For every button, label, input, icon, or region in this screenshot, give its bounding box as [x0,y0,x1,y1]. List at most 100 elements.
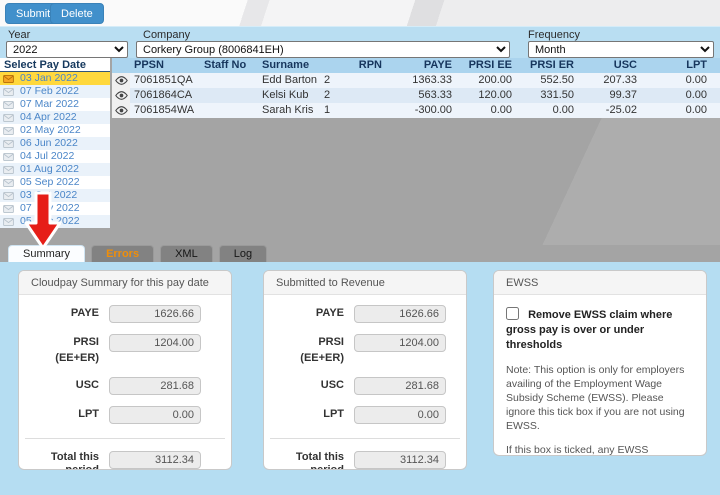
eye-icon[interactable] [112,103,130,118]
tab-xml[interactable]: XML [160,245,213,262]
value-label: USC [272,377,344,393]
pay-date-header: Select Pay Date [0,58,110,72]
employee-cell-prsi_er: 331.50 [515,88,577,103]
divider [270,438,460,439]
employee-cell-lpt: 0.00 [640,88,710,103]
value-row: PAYE 1626.66 [272,305,454,323]
pay-date-label: 03 Jan 2022 [20,72,78,85]
ewss-panel: EWSS Remove EWSS claim where gross pay i… [493,270,707,456]
pay-date-item[interactable]: 07 Nov 2022 [0,202,110,215]
employee-cell-usc: 99.37 [577,88,640,103]
ewss-remove-claim-checkbox[interactable] [506,307,519,320]
employee-cell-staff_no [200,73,258,88]
submitted-to-revenue-total-row: Total this period 3112.34 [264,451,466,470]
value-label: PAYE [272,305,344,321]
employee-cell-surname: Edd Barton [258,73,320,88]
employee-cell-paye: 1363.33 [385,73,455,88]
col-prsi-er: PRSI ER [515,58,577,73]
employee-row[interactable]: 7061864CAKelsi Kub2563.33120.00331.5099.… [112,88,720,103]
employee-row[interactable]: 7061854WASarah Kris1-300.000.000.00-25.0… [112,103,720,118]
value-row: USC 281.68 [27,377,219,395]
tab-bar: Summary Errors XML Log [8,245,267,262]
pay-date-item[interactable]: 03 Jan 2022 [0,72,110,85]
pay-date-item[interactable]: 03 Oct 2022 [0,189,110,202]
pay-date-item[interactable]: 06 Jun 2022 [0,137,110,150]
ewss-paragraph: If this box is ticked, any EWSS submissi… [506,443,694,456]
value-row: LPT 0.00 [27,406,219,424]
pay-date-item[interactable]: 05 Sep 2022 [0,176,110,189]
ewss-checkbox-label: Remove EWSS claim where gross pay is ove… [506,309,672,351]
envelope-icon [3,218,14,226]
year-label: Year [8,29,30,41]
pay-date-panel: Select Pay Date 03 Jan 202207 Feb 202207… [0,58,110,228]
delete-button[interactable]: Delete [50,3,104,24]
value-label: PRSI (EE+ER) [272,334,344,366]
pay-date-item[interactable]: 01 Aug 2022 [0,163,110,176]
pay-date-label: 01 Aug 2022 [20,163,79,176]
employee-cell-usc: 207.33 [577,73,640,88]
value-field: 0.00 [354,406,446,424]
value-row: USC 281.68 [272,377,454,395]
employee-table-body: 7061851QAEdd Barton21363.33200.00552.502… [112,73,720,118]
col-ppsn: PPSN [130,58,200,73]
submitted-to-revenue-panel: Submitted to Revenue PAYE 1626.66 PRSI (EE… [263,270,467,470]
value-field: 281.68 [354,377,446,395]
employee-cell-paye: -300.00 [385,103,455,118]
tab-log[interactable]: Log [219,245,267,262]
col-surname: Surname [258,58,320,73]
value-row: PRSI (EE+ER) 1204.00 [272,334,454,366]
value-field: 1204.00 [354,334,446,352]
total-label: Total this period [27,451,99,470]
employee-cell-paye: 563.33 [385,88,455,103]
value-row: PRSI (EE+ER) 1204.00 [27,334,219,366]
value-label: LPT [272,406,344,422]
pay-date-label: 07 Mar 2022 [20,98,79,111]
pay-date-item[interactable]: 04 Apr 2022 [0,111,110,124]
employee-cell-surname: Kelsi Kub [258,88,320,103]
ewss-paragraph: Note: This option is only for employers … [506,363,694,433]
pay-date-item[interactable]: 07 Mar 2022 [0,98,110,111]
value-label: USC [27,377,99,393]
frequency-select[interactable]: Month [528,41,714,58]
pay-date-item[interactable]: 07 Feb 2022 [0,85,110,98]
eye-icon[interactable] [112,73,130,88]
employee-cell-rpn: 2 [320,73,385,88]
employee-cell-lpt: 0.00 [640,103,710,118]
submitted-to-revenue-title: Submitted to Revenue [264,271,466,295]
envelope-icon [3,179,14,187]
envelope-icon [3,127,14,135]
employee-table-header: PPSN Staff No Surname RPN PAYE PRSI EE P… [112,58,720,73]
envelope-icon [3,101,14,109]
employee-row[interactable]: 7061851QAEdd Barton21363.33200.00552.502… [112,73,720,88]
filter-bar: Year Company Frequency 2022 Corkery Grou… [0,26,720,58]
employee-cell-staff_no [200,88,258,103]
company-select[interactable]: Corkery Group (8006841EH) [136,41,510,58]
value-field: 1204.00 [109,334,201,352]
pay-date-item[interactable]: 02 May 2022 [0,124,110,137]
value-label: LPT [27,406,99,422]
value-field: 1626.66 [354,305,446,323]
pay-date-item[interactable]: 04 Jul 2022 [0,150,110,163]
employee-cell-ppsn: 7061851QA [130,73,200,88]
tab-summary[interactable]: Summary [8,245,85,262]
value-field: 0.00 [109,406,201,424]
value-label: PRSI (EE+ER) [27,334,99,366]
year-select[interactable]: 2022 [6,41,128,58]
cloudpay-summary-total-row: Total this period 3112.34 [19,451,231,470]
divider [25,438,225,439]
employee-cell-staff_no [200,103,258,118]
submitted-to-revenue-rows: PAYE 1626.66 PRSI (EE+ER) 1204.00 USC 281.68 L… [264,295,466,424]
col-staffno: Staff No [200,58,258,73]
col-prsi-ee: PRSI EE [455,58,515,73]
envelope-icon [3,140,14,148]
value-field: 281.68 [109,377,201,395]
summary-section: Cloudpay Summary for this pay date PAYE 1… [0,262,720,495]
employee-cell-prsi_ee: 0.00 [455,103,515,118]
tab-errors[interactable]: Errors [91,245,154,262]
ewss-paragraphs: Note: This option is only for employers … [506,363,694,456]
pay-date-item[interactable]: 05 Dec 2022 [0,215,110,228]
employee-cell-prsi_er: 552.50 [515,73,577,88]
eye-icon[interactable] [112,88,130,103]
cloudpay-summary-title: Cloudpay Summary for this pay date [19,271,231,295]
pay-date-label: 04 Apr 2022 [20,111,77,124]
